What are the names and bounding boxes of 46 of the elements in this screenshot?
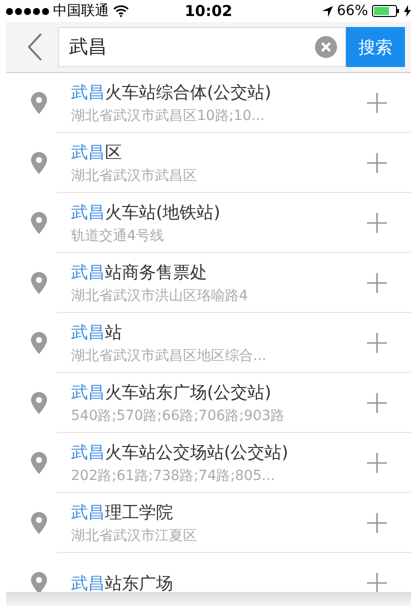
clear-icon[interactable] xyxy=(315,36,337,58)
result-address: 湖北省武汉市武昌区10路;10... xyxy=(71,107,266,125)
add-icon[interactable] xyxy=(367,273,387,293)
result-address: 202路;61路;738路;74路;805... xyxy=(71,467,276,485)
result-title[interactable]: 武昌区 xyxy=(71,141,367,164)
result-title[interactable]: 武昌火车站(地铁站) xyxy=(71,201,367,224)
result-address: 540路;570路;66路;706路;903路 xyxy=(71,407,286,425)
status-time: 10:02 xyxy=(184,2,232,20)
carrier-name: 中国联通 xyxy=(53,2,109,20)
result-title[interactable]: 武昌站东广场 xyxy=(71,572,367,592)
result-address: 轨道交通4号线 xyxy=(71,227,165,245)
location-pin-icon xyxy=(31,392,47,414)
add-icon[interactable] xyxy=(367,333,387,353)
result-title[interactable]: 武昌站商务售票处 xyxy=(71,261,367,284)
battery-percent: 66% xyxy=(336,3,368,19)
location-arrow-icon xyxy=(322,6,333,16)
add-icon[interactable] xyxy=(367,153,387,173)
add-icon[interactable] xyxy=(367,393,387,413)
location-pin-icon xyxy=(31,212,47,234)
result-title[interactable]: 武昌站 xyxy=(71,321,367,344)
add-icon[interactable] xyxy=(367,213,387,233)
result-address: 湖北省武汉市武昌区 xyxy=(71,167,198,185)
back-icon[interactable] xyxy=(28,33,42,61)
search-field[interactable]: 武昌 xyxy=(58,27,346,67)
add-icon[interactable] xyxy=(367,453,387,473)
location-pin-icon xyxy=(31,272,47,294)
charging-bolt-icon xyxy=(404,5,411,17)
result-title[interactable]: 武昌火车站综合体(公交站) xyxy=(71,81,367,104)
add-icon[interactable] xyxy=(367,513,387,533)
signal-icon xyxy=(6,8,49,14)
location-pin-icon xyxy=(31,152,47,174)
location-pin-icon xyxy=(31,512,47,534)
location-pin-icon xyxy=(31,92,47,114)
result-address: 湖北省武汉市武昌区地区综合... xyxy=(71,347,268,365)
result-address: 湖北省武汉市洪山区珞喻路4 xyxy=(71,287,249,305)
battery-icon xyxy=(372,5,400,17)
add-icon[interactable] xyxy=(367,93,387,113)
result-title[interactable]: 武昌理工学院 xyxy=(71,501,367,524)
result-address: 湖北省武汉市江夏区 xyxy=(71,527,198,545)
result-title[interactable]: 武昌火车站东广场(公交站) xyxy=(71,381,367,404)
location-pin-icon xyxy=(31,572,47,592)
location-pin-icon xyxy=(31,332,47,354)
result-title[interactable]: 武昌火车站公交场站(公交站) xyxy=(71,441,367,464)
location-pin-icon xyxy=(31,452,47,474)
add-icon[interactable] xyxy=(367,573,387,592)
wifi-icon xyxy=(113,5,129,17)
